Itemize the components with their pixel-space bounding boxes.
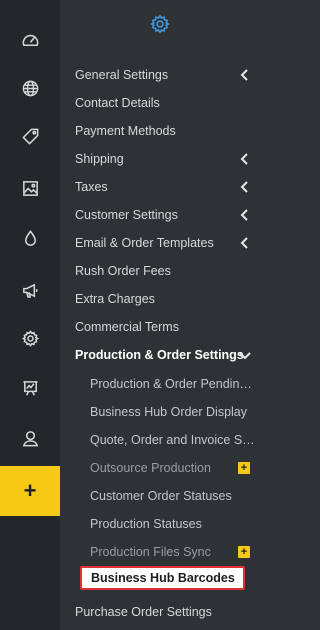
menu-item-label: Production & Order Settings	[75, 348, 244, 362]
submenu-item-customer-order-statuses[interactable]: Customer Order Statuses	[60, 482, 260, 510]
menu-item-email-order-templates[interactable]: Email & Order Templates	[60, 229, 260, 257]
menu-item-extra-charges[interactable]: Extra Charges	[60, 285, 260, 313]
rail-item-drop[interactable]	[0, 213, 60, 263]
menu-item-label: Shipping	[75, 152, 124, 166]
submenu-item-label: Production Files Sync	[90, 545, 211, 559]
chevron-left-icon	[240, 181, 248, 193]
gear-icon	[21, 329, 39, 347]
menu-item-label: Customer Settings	[75, 208, 178, 222]
menu-item-label: Contact Details	[75, 96, 160, 110]
menu-item-production-order-settings[interactable]: Production & Order Settings	[60, 341, 260, 369]
menu-item-shipping[interactable]: Shipping	[60, 145, 260, 173]
menu-item-payment-methods[interactable]: Payment Methods	[60, 117, 260, 145]
panel-header	[60, 0, 260, 48]
submenu-item-production-order-pending[interactable]: Production & Order Pending ...	[60, 370, 260, 398]
menu-item-label: Email & Order Templates	[75, 236, 214, 250]
dashboard-gauge-icon	[22, 34, 38, 46]
submenu-item-business-hub-order-display[interactable]: Business Hub Order Display	[60, 398, 260, 426]
drop-icon	[24, 229, 36, 246]
menu-item-general-settings[interactable]: General Settings	[60, 61, 260, 89]
rail-item-user[interactable]	[0, 413, 60, 463]
chevron-left-icon	[240, 153, 248, 165]
menu-item-customer-settings[interactable]: Customer Settings	[60, 201, 260, 229]
add-button[interactable]: +	[0, 466, 60, 516]
rail-item-settings[interactable]	[0, 313, 60, 363]
gear-icon	[150, 14, 170, 34]
submenu-item-label: Quote, Order and Invoice Set...	[90, 433, 258, 447]
submenu-item-label: Production & Order Pending ...	[90, 377, 258, 391]
plus-badge-icon: +	[238, 546, 250, 558]
menu-item-label: Taxes	[75, 180, 108, 194]
menu-item-label: General Settings	[75, 68, 169, 82]
menu-item-commercial-terms[interactable]: Commercial Terms	[60, 313, 260, 341]
menu-item-purchase-order-settings[interactable]: Purchase Order Settings	[60, 598, 260, 626]
menu-item-label: Commercial Terms	[75, 320, 179, 334]
chevron-left-icon	[240, 209, 248, 221]
submenu-item-label: Production Statuses	[90, 517, 202, 531]
icon-rail: +	[0, 0, 60, 630]
menu-item-contact-details[interactable]: Contact Details	[60, 89, 260, 117]
chevron-left-icon	[240, 69, 248, 81]
menu-item-taxes[interactable]: Taxes	[60, 173, 260, 201]
globe-icon	[22, 80, 38, 96]
user-icon	[22, 430, 38, 446]
presentation-chart-icon	[22, 380, 38, 395]
settings-panel: General Settings Contact Details Payment…	[60, 0, 260, 630]
rail-item-dashboard[interactable]	[0, 15, 60, 65]
rail-item-marketing[interactable]	[0, 265, 60, 315]
submenu-item-label: Business Hub Order Display	[90, 405, 248, 419]
menu-item-label: Rush Order Fees	[75, 264, 171, 278]
submenu-item-label: Outsource Production	[90, 461, 211, 475]
add-button-label: +	[23, 478, 37, 503]
tag-icon	[21, 128, 38, 145]
menu-item-label: Purchase Order Settings	[75, 605, 212, 619]
menu-item-rush-order-fees[interactable]: Rush Order Fees	[60, 257, 260, 285]
rail-item-reports[interactable]	[0, 363, 60, 413]
plus-badge-icon: +	[238, 462, 250, 474]
menu-item-label: Payment Methods	[75, 124, 176, 138]
submenu-item-outsource-production[interactable]: Outsource Production +	[60, 454, 260, 482]
submenu-item-production-files-sync[interactable]: Production Files Sync +	[60, 538, 260, 566]
submenu-item-production-statuses[interactable]: Production Statuses	[60, 510, 260, 538]
rail-item-globe[interactable]	[0, 63, 60, 113]
image-icon	[22, 180, 38, 196]
rail-item-image[interactable]	[0, 163, 60, 213]
chevron-left-icon	[240, 237, 248, 249]
submenu-item-label: Customer Order Statuses	[90, 489, 232, 503]
chevron-down-icon	[239, 352, 251, 360]
megaphone-icon	[22, 283, 37, 298]
menu-item-label: Extra Charges	[75, 292, 155, 306]
submenu-item-business-hub-barcodes[interactable]: Business Hub Barcodes	[60, 564, 260, 596]
submenu-item-label: Business Hub Barcodes	[80, 566, 245, 590]
rail-item-tag[interactable]	[0, 111, 60, 161]
submenu-item-quote-order-invoice[interactable]: Quote, Order and Invoice Set...	[60, 426, 260, 454]
